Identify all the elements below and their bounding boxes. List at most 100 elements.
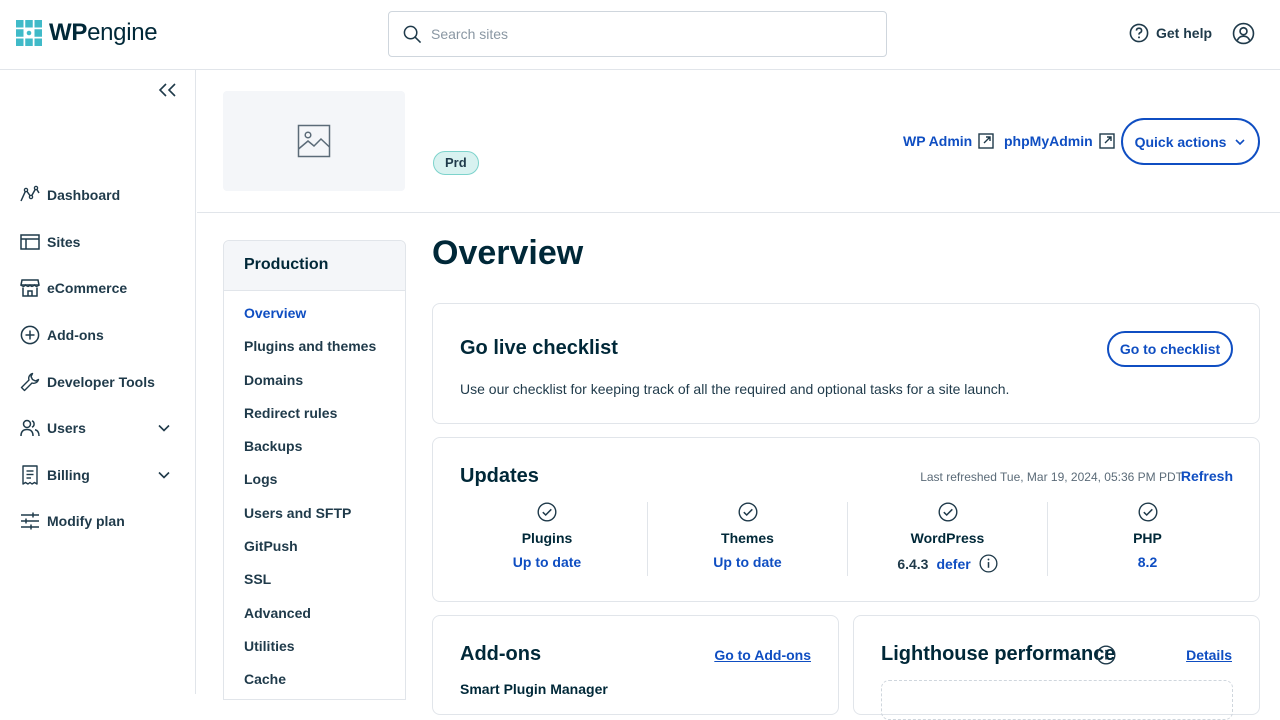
account-button[interactable] xyxy=(1232,22,1255,45)
lighthouse-content-area xyxy=(881,680,1233,720)
search-box[interactable] xyxy=(388,11,887,57)
dashboard-icon xyxy=(20,185,40,202)
chevron-down-icon[interactable] xyxy=(157,421,171,435)
env-menu-item-gitpush[interactable]: GitPush xyxy=(244,538,298,554)
info-icon[interactable] xyxy=(1096,645,1116,665)
sidebar-item-users[interactable]: Users xyxy=(20,416,180,440)
sidebar-item-label: Modify plan xyxy=(47,513,125,529)
sidebar-item-label: Add-ons xyxy=(47,327,104,343)
store-icon xyxy=(20,279,40,297)
add-on-item-name: Smart Plugin Manager xyxy=(460,681,608,697)
search-input[interactable] xyxy=(431,26,851,42)
get-help-button[interactable]: Get help xyxy=(1129,23,1212,43)
external-link-icon xyxy=(1098,133,1115,149)
checklist-title: Go live checklist xyxy=(460,337,618,359)
go-to-add-ons-link[interactable]: Go to Add-ons xyxy=(714,647,811,663)
go-to-checklist-button[interactable]: Go to checklist xyxy=(1107,331,1233,367)
env-menu-item-users-sftp[interactable]: Users and SFTP xyxy=(244,505,351,521)
env-menu-item-backups[interactable]: Backups xyxy=(244,438,302,454)
chevron-down-icon xyxy=(1235,138,1245,145)
quick-actions-label: Quick actions xyxy=(1134,133,1227,150)
check-circle-icon xyxy=(937,502,958,522)
updates-card: Updates Last refreshed Tue, Mar 19, 2024… xyxy=(432,437,1260,602)
update-name: WordPress xyxy=(910,530,985,546)
update-name: Plugins xyxy=(521,530,573,546)
sites-icon xyxy=(20,234,40,250)
quick-actions-button[interactable]: Quick actions xyxy=(1121,118,1260,165)
page-title: Overview xyxy=(432,234,584,272)
get-help-label: Get help xyxy=(1156,25,1213,41)
check-circle-icon xyxy=(737,502,758,522)
sidebar-item-label: Billing xyxy=(47,467,90,483)
update-column-wordpress: WordPress 6.4.3 defer xyxy=(847,502,1047,576)
env-menu-item-domains[interactable]: Domains xyxy=(244,372,303,388)
search-icon xyxy=(403,25,422,43)
help-icon xyxy=(1129,23,1149,43)
update-name: PHP xyxy=(1133,530,1162,546)
update-column-php: PHP 8.2 xyxy=(1047,502,1247,576)
wp-admin-label: WP Admin xyxy=(903,133,973,149)
sidebar-item-sites[interactable]: Sites xyxy=(20,230,180,254)
env-menu-item-redirect-rules[interactable]: Redirect rules xyxy=(244,405,337,421)
last-refreshed-text: Last refreshed Tue, Mar 19, 2024, 05:36 … xyxy=(920,470,1183,484)
phpmyadmin-link[interactable]: phpMyAdmin xyxy=(1004,133,1115,149)
refresh-button[interactable]: Refresh xyxy=(1181,468,1233,484)
defer-link[interactable]: defer xyxy=(936,556,970,572)
update-column-themes: Themes Up to date xyxy=(647,502,847,576)
sidebar-item-billing[interactable]: Billing xyxy=(20,463,180,487)
add-ons-title: Add-ons xyxy=(460,643,542,665)
lighthouse-title: Lighthouse performance xyxy=(881,643,1116,665)
sidebar: Dashboard Sites eCommerce Add-ons Develo… xyxy=(0,70,196,694)
environment-badge: Prd xyxy=(433,151,479,175)
sidebar-item-label: eCommerce xyxy=(47,280,128,296)
site-thumbnail xyxy=(223,91,405,191)
user-account-icon xyxy=(1232,22,1255,45)
sidebar-item-modify-plan[interactable]: Modify plan xyxy=(20,509,180,533)
environment-menu: Production Overview Plugins and themes D… xyxy=(223,240,406,700)
checklist-description: Use our checklist for keeping track of a… xyxy=(460,381,1010,397)
collapse-sidebar-button[interactable] xyxy=(158,82,178,98)
check-circle-icon xyxy=(537,502,557,522)
sidebar-item-add-ons[interactable]: Add-ons xyxy=(20,323,180,347)
sidebar-item-label: Sites xyxy=(47,234,81,250)
chevron-down-icon[interactable] xyxy=(157,468,171,482)
sidebar-item-developer-tools[interactable]: Developer Tools xyxy=(20,370,180,394)
logo-wordmark: WPengine xyxy=(49,19,158,46)
wp-admin-link[interactable]: WP Admin xyxy=(903,133,994,149)
themes-status-link[interactable]: Up to date xyxy=(713,554,781,570)
info-icon[interactable] xyxy=(979,554,998,573)
sidebar-item-label: Dashboard xyxy=(47,187,121,203)
environment-menu-title: Production xyxy=(224,241,405,291)
sidebar-item-label: Developer Tools xyxy=(47,374,155,390)
sidebar-item-dashboard[interactable]: Dashboard xyxy=(20,183,180,207)
external-link-icon xyxy=(978,133,994,149)
sidebar-item-label: Users xyxy=(47,420,86,436)
check-circle-icon xyxy=(1137,502,1158,522)
env-menu-item-ssl[interactable]: SSL xyxy=(244,571,271,587)
env-menu-item-utilities[interactable]: Utilities xyxy=(244,638,295,654)
go-live-checklist-card: Go live checklist Go to checklist Use ou… xyxy=(432,303,1260,424)
php-version-link[interactable]: 8.2 xyxy=(1138,554,1157,570)
users-icon xyxy=(20,419,40,437)
env-menu-item-overview[interactable]: Overview xyxy=(244,305,306,321)
wp-engine-logo[interactable]: WPengine xyxy=(16,19,158,46)
plugins-status-link[interactable]: Up to date xyxy=(513,554,581,570)
site-header: Prd WP Admin phpMyAdmin Quick actions xyxy=(197,71,1280,213)
wp-engine-logo-icon xyxy=(16,20,42,46)
update-name: Themes xyxy=(721,530,774,546)
double-chevron-left-icon xyxy=(158,83,176,97)
lighthouse-details-link[interactable]: Details xyxy=(1186,647,1232,663)
top-bar: WPengine Get help xyxy=(0,0,1280,70)
env-menu-item-cache[interactable]: Cache xyxy=(244,671,286,687)
wordpress-version: 6.4.3 xyxy=(897,555,929,572)
env-menu-item-plugins-themes[interactable]: Plugins and themes xyxy=(244,338,376,354)
image-placeholder-icon xyxy=(297,124,331,158)
add-ons-card: Add-ons Go to Add-ons Smart Plugin Manag… xyxy=(432,615,839,715)
lighthouse-card: Lighthouse performance Details xyxy=(853,615,1260,720)
sidebar-item-ecommerce[interactable]: eCommerce xyxy=(20,276,180,300)
billing-icon xyxy=(22,465,38,485)
env-menu-item-advanced[interactable]: Advanced xyxy=(244,605,311,621)
plus-circle-icon xyxy=(20,325,40,345)
sliders-icon xyxy=(21,512,39,530)
env-menu-item-logs[interactable]: Logs xyxy=(244,471,277,487)
